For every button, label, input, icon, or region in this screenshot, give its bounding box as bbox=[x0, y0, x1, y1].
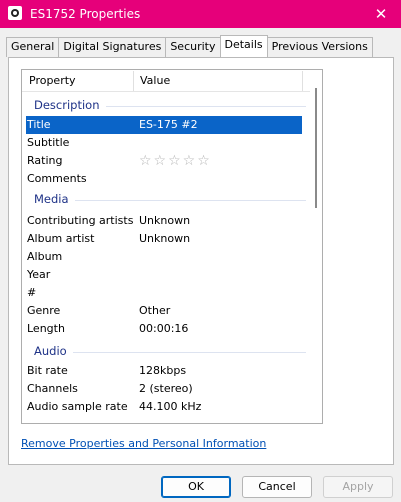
group-label: Description bbox=[34, 98, 106, 112]
property-name: Genre bbox=[27, 304, 61, 317]
property-row-comments[interactable]: Comments bbox=[26, 170, 302, 188]
group-label: Media bbox=[34, 192, 75, 206]
property-name: Contributing artists bbox=[27, 214, 134, 227]
column-header-property[interactable]: Property bbox=[29, 70, 76, 92]
property-list[interactable]: Property Value Description Title ES-175 … bbox=[21, 69, 323, 424]
property-name: Channels bbox=[27, 382, 78, 395]
details-panel: Property Value Description Title ES-175 … bbox=[8, 57, 394, 465]
property-value: 44.100 kHz bbox=[139, 400, 202, 413]
property-name: Album artist bbox=[27, 232, 95, 245]
property-row-album-artist[interactable]: Album artist Unknown bbox=[26, 230, 302, 248]
vertical-scrollbar[interactable] bbox=[310, 70, 322, 423]
property-row-audio-sample-rate[interactable]: Audio sample rate 44.100 kHz bbox=[26, 398, 302, 416]
rating-stars[interactable]: ☆☆☆☆☆ bbox=[139, 152, 212, 170]
property-value[interactable]: Other bbox=[139, 302, 170, 320]
group-media: Media bbox=[22, 191, 312, 209]
close-button[interactable]: ✕ bbox=[361, 0, 401, 28]
property-row-contributing-artists[interactable]: Contributing artists Unknown bbox=[26, 212, 302, 230]
property-value[interactable]: Unknown bbox=[139, 230, 190, 248]
property-name: Audio sample rate bbox=[27, 400, 128, 413]
property-name: Comments bbox=[27, 172, 87, 185]
property-name: Rating bbox=[27, 154, 63, 167]
property-value: 128kbps bbox=[139, 364, 187, 377]
properties-dialog: ES1752 Properties ✕ General Digital Sign… bbox=[0, 0, 401, 502]
property-row-album[interactable]: Album bbox=[26, 248, 302, 266]
column-divider[interactable] bbox=[133, 71, 134, 91]
group-divider bbox=[34, 352, 306, 353]
title-bar: ES1752 Properties ✕ bbox=[0, 0, 401, 28]
property-row-year[interactable]: Year bbox=[26, 266, 302, 284]
property-row-bit-rate[interactable]: Bit rate 128kbps bbox=[26, 362, 302, 380]
ok-button[interactable]: OK bbox=[161, 476, 231, 498]
property-name: Title bbox=[27, 118, 51, 131]
property-name: Album bbox=[27, 250, 63, 263]
media-file-icon bbox=[8, 6, 22, 20]
property-value: 00:00:16 bbox=[139, 322, 189, 335]
column-header-value[interactable]: Value bbox=[140, 70, 170, 92]
property-value: 2 (stereo) bbox=[139, 382, 193, 395]
remove-properties-link[interactable]: Remove Properties and Personal Informati… bbox=[21, 437, 266, 450]
apply-button[interactable]: Apply bbox=[323, 476, 393, 498]
window-title: ES1752 Properties bbox=[30, 7, 141, 21]
property-name: # bbox=[27, 286, 37, 299]
group-label: Audio bbox=[34, 344, 73, 358]
property-row-genre[interactable]: Genre Other bbox=[26, 302, 302, 320]
tab-general[interactable]: General bbox=[6, 37, 60, 57]
property-value[interactable]: Unknown bbox=[139, 212, 190, 230]
group-description: Description bbox=[22, 97, 312, 115]
property-row-rating[interactable]: Rating ☆☆☆☆☆ bbox=[26, 152, 302, 170]
property-row-length[interactable]: Length 00:00:16 bbox=[26, 320, 302, 338]
property-row-subtitle[interactable]: Subtitle bbox=[26, 134, 302, 152]
property-name: Subtitle bbox=[27, 136, 70, 149]
property-name: Length bbox=[27, 322, 65, 335]
tab-previous-versions[interactable]: Previous Versions bbox=[266, 37, 373, 57]
group-audio: Audio bbox=[22, 343, 312, 361]
column-divider[interactable] bbox=[302, 71, 303, 91]
tab-security[interactable]: Security bbox=[165, 37, 221, 57]
property-row-channels[interactable]: Channels 2 (stereo) bbox=[26, 380, 302, 398]
property-row-track-number[interactable]: # bbox=[26, 284, 302, 302]
tab-details[interactable]: Details bbox=[219, 35, 268, 57]
group-divider bbox=[34, 200, 306, 201]
property-row-title[interactable]: Title ES-175 #2 bbox=[26, 116, 302, 134]
property-name: Year bbox=[27, 268, 51, 281]
list-header: Property Value bbox=[22, 70, 322, 92]
property-name: Bit rate bbox=[27, 364, 68, 377]
tab-digital-signatures[interactable]: Digital Signatures bbox=[58, 37, 167, 57]
cancel-button[interactable]: Cancel bbox=[242, 476, 312, 498]
scrollbar-thumb[interactable] bbox=[315, 88, 317, 208]
tab-strip: General Digital Signatures Security Deta… bbox=[6, 35, 373, 57]
property-value[interactable]: ES-175 #2 bbox=[139, 116, 198, 134]
